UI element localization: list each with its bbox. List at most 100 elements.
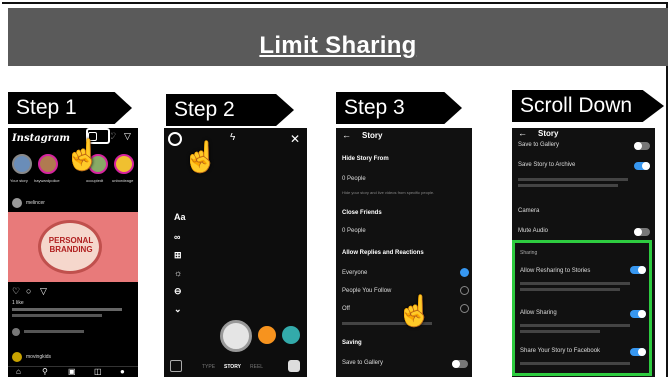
- story-avatar[interactable]: [114, 154, 134, 174]
- allow-reshare-toggle[interactable]: [630, 266, 646, 274]
- app-name: Instagram: [12, 133, 70, 144]
- screen-title: Story: [538, 129, 559, 138]
- post-image: PERSONAL BRANDING: [8, 212, 138, 282]
- likes-count: 1 like: [12, 300, 24, 306]
- description-line: [520, 330, 600, 333]
- phone-feed-screenshot: Instagram ♡ ▽ Your story haywardpolice o…: [8, 128, 138, 377]
- radio-unselected[interactable]: [460, 286, 469, 295]
- mode-reel[interactable]: REEL: [250, 364, 263, 370]
- setting-description: Hide your story and live videos from spe…: [342, 190, 435, 195]
- banner-text: PERSONAL BRANDING: [48, 236, 94, 254]
- section-heading: Close Friends: [342, 210, 382, 216]
- next-post-username: movingkids: [26, 354, 52, 360]
- description-line: [518, 184, 618, 187]
- comment-avatar: [12, 328, 20, 336]
- tool-layout[interactable]: ⊞: [174, 250, 182, 261]
- story-avatar[interactable]: [12, 154, 32, 174]
- description-line: [520, 282, 630, 285]
- step-3-label: Step 3: [336, 92, 462, 124]
- allow-sharing-toggle[interactable]: [630, 310, 646, 318]
- back-arrow-icon[interactable]: ←: [342, 130, 351, 140]
- section-heading: Camera: [518, 208, 540, 214]
- post-username: melincer: [26, 200, 45, 206]
- phone-sharing-settings-screenshot: ← Story Save to Gallery Save Story to Ar…: [512, 128, 655, 377]
- pointing-hand-icon: ☝: [64, 139, 102, 172]
- setting-value[interactable]: 0 People: [342, 228, 366, 234]
- story-name: unbordeage: [112, 178, 134, 183]
- radio-label[interactable]: Everyone: [342, 270, 367, 276]
- step-4-label: Scroll Down: [512, 90, 664, 122]
- sharing-highlight-box: [512, 240, 652, 376]
- setting-value[interactable]: 0 People: [342, 176, 366, 182]
- setting-label: Save to Gallery: [342, 360, 384, 366]
- gallery-icon[interactable]: [170, 360, 182, 372]
- mode-type[interactable]: TYPE: [202, 364, 215, 370]
- description-line: [520, 362, 630, 365]
- comment-icon[interactable]: ○: [26, 286, 31, 296]
- filter-icon[interactable]: [258, 326, 276, 344]
- radio-label[interactable]: Off: [342, 306, 350, 312]
- tool-text[interactable]: Aa: [174, 212, 186, 222]
- setting-label: Share Your Story to Facebook: [520, 348, 601, 354]
- section-heading: Hide Story From: [342, 156, 389, 162]
- flash-off-icon[interactable]: ϟ: [230, 132, 235, 143]
- description-line: [518, 178, 628, 181]
- description-line: [520, 288, 620, 291]
- tool-more[interactable]: ⌄: [174, 304, 182, 315]
- home-icon[interactable]: ⌂: [16, 367, 21, 376]
- back-arrow-icon[interactable]: ←: [518, 128, 527, 138]
- comment-line: [24, 330, 84, 333]
- screen-title: Story: [362, 131, 383, 140]
- story-avatar[interactable]: [38, 154, 58, 174]
- setting-label: Mute Audio: [518, 228, 549, 234]
- tool-levels[interactable]: ⊖: [174, 286, 182, 297]
- next-post-avatar: [12, 352, 22, 362]
- section-heading: Saving: [342, 340, 362, 346]
- step-1-label: Step 1: [8, 92, 132, 124]
- search-icon[interactable]: ⚲: [42, 367, 48, 376]
- filter-icon[interactable]: [282, 326, 300, 344]
- bottom-nav: ⌂ ⚲ ▣ ◫ ●: [8, 366, 138, 377]
- setting-label: Allow Resharing to Stories: [520, 268, 591, 274]
- pointing-hand-icon: ☝: [396, 295, 434, 328]
- story-name: haywardpolice: [34, 178, 60, 183]
- setting-label: Save Story to Archive: [518, 162, 576, 168]
- story-name: Your story: [10, 178, 28, 183]
- phone-camera-screenshot: ϟ ✕ ☝ Aa ∞ ⊞ ☼ ⊖ ⌄ TYPE STORY REEL: [164, 128, 307, 377]
- tool-boomerang[interactable]: ∞: [174, 232, 180, 242]
- step-2-label: Step 2: [166, 94, 294, 126]
- radio-unselected[interactable]: [460, 304, 469, 313]
- save-gallery-toggle[interactable]: [452, 360, 468, 368]
- pointing-hand-icon: ☝: [182, 141, 220, 174]
- share-icon[interactable]: ▽: [40, 286, 47, 297]
- radio-selected[interactable]: [460, 268, 469, 277]
- section-heading: Allow Replies and Reactions: [342, 250, 424, 256]
- title-bar: Limit Sharing: [8, 8, 668, 66]
- capture-button[interactable]: [220, 320, 252, 352]
- profile-icon[interactable]: ●: [120, 367, 125, 376]
- setting-label: Save to Gallery: [518, 142, 560, 148]
- close-icon[interactable]: ✕: [290, 132, 300, 146]
- shop-icon[interactable]: ◫: [94, 367, 102, 376]
- share-facebook-toggle[interactable]: [630, 348, 646, 356]
- send-icon[interactable]: ▽: [124, 131, 131, 142]
- caption-line: [12, 308, 122, 311]
- save-gallery-toggle[interactable]: [634, 142, 650, 150]
- save-archive-toggle[interactable]: [634, 162, 650, 170]
- setting-label: Allow Sharing: [520, 310, 557, 316]
- reels-icon[interactable]: ▣: [68, 367, 76, 376]
- caption-line: [12, 314, 102, 317]
- switch-camera-icon[interactable]: [288, 360, 300, 372]
- like-icon[interactable]: ♡: [12, 286, 20, 297]
- story-name: occupiedt: [86, 178, 104, 183]
- mute-audio-toggle[interactable]: [634, 228, 650, 236]
- phone-story-settings-screenshot: ← Story Hide Story From 0 People Hide yo…: [336, 128, 472, 377]
- radio-label[interactable]: People You Follow: [342, 288, 391, 294]
- page-title: Limit Sharing: [259, 32, 417, 59]
- settings-gear-icon[interactable]: [168, 132, 182, 146]
- section-heading: Sharing: [520, 250, 538, 256]
- description-line: [520, 324, 630, 327]
- post-avatar: [12, 198, 22, 208]
- tool-effects[interactable]: ☼: [174, 268, 182, 278]
- mode-story[interactable]: STORY: [224, 364, 241, 370]
